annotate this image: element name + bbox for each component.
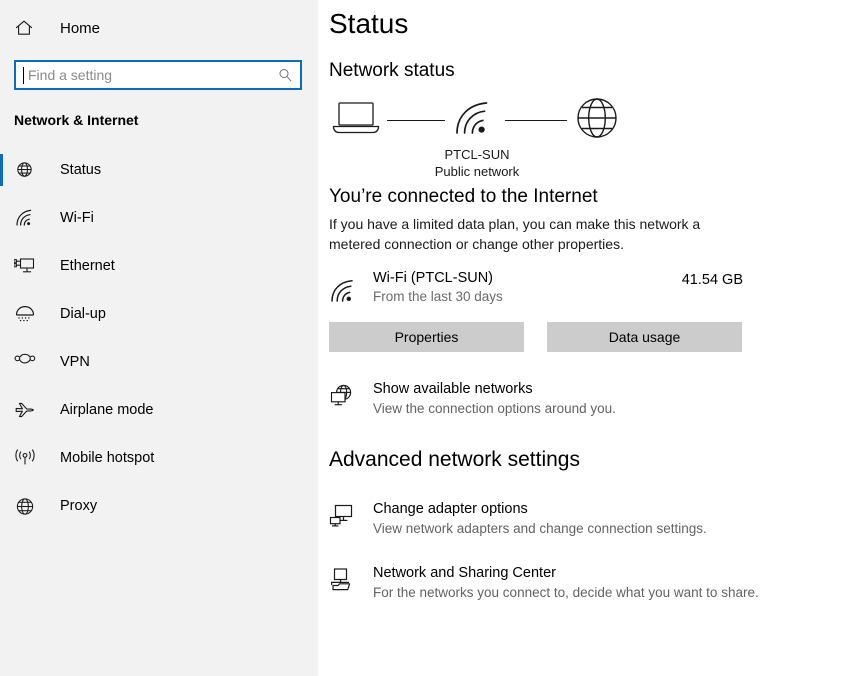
connection-text: Wi-Fi (PTCL-SUN) From the last 30 days xyxy=(373,270,682,304)
globe-monitor-icon xyxy=(329,381,365,413)
sidebar-item-label: Wi-Fi xyxy=(60,210,94,226)
hotspot-icon xyxy=(14,446,44,470)
sidebar-item-wifi[interactable]: Wi-Fi xyxy=(0,194,318,242)
sidebar-home-label: Home xyxy=(60,19,101,37)
ethernet-icon xyxy=(14,254,44,278)
sidebar-item-label: Proxy xyxy=(60,498,98,514)
sidebar-item-ethernet[interactable]: Ethernet xyxy=(0,242,318,290)
laptop-icon xyxy=(329,99,383,142)
link-title: Change adapter options xyxy=(373,501,528,517)
sharing-icon xyxy=(329,565,365,597)
sidebar-item-label: Ethernet xyxy=(60,258,115,274)
network-sharing-center-link[interactable]: Network and Sharing Center For the netwo… xyxy=(329,565,849,600)
airplane-icon xyxy=(14,398,44,422)
page-title: Status xyxy=(329,8,409,39)
sidebar-item-label: VPN xyxy=(60,354,90,370)
show-available-networks-link[interactable]: Show available networks View the connect… xyxy=(329,381,849,416)
link-subtitle: View the connection options around you. xyxy=(373,401,616,416)
link-subtitle: For the networks you connect to, decide … xyxy=(373,585,759,600)
vpn-icon xyxy=(14,350,44,374)
search-icon[interactable] xyxy=(278,68,293,83)
network-name: PTCL-SUN xyxy=(444,147,510,162)
link-subtitle: View network adapters and change connect… xyxy=(373,521,707,536)
sidebar-category-title: Network & Internet xyxy=(14,112,139,128)
network-diagram: PTCL-SUN Public network xyxy=(329,94,649,179)
link-text: Change adapter options View network adap… xyxy=(373,501,707,536)
text-caret xyxy=(23,66,24,84)
link-text: Network and Sharing Center For the netwo… xyxy=(373,565,759,600)
sidebar-item-label: Dial-up xyxy=(60,306,106,322)
action-buttons: Properties Data usage xyxy=(329,322,849,352)
data-usage-button[interactable]: Data usage xyxy=(547,322,742,352)
network-type: Public network xyxy=(434,164,520,179)
diagram-caption: PTCL-SUN Public network xyxy=(329,146,625,180)
search-placeholder: Find a setting xyxy=(28,67,113,83)
sidebar-item-home[interactable]: Home xyxy=(0,8,318,48)
connection-name: Wi-Fi (PTCL-SUN) xyxy=(373,270,494,286)
data-usage-value: 41.54 GB xyxy=(681,272,743,288)
sidebar-nav: Status Wi-Fi Ethernet Dial-up VPN Airpla… xyxy=(0,146,318,530)
link-title: Network and Sharing Center xyxy=(373,565,556,581)
connected-heading: You’re connected to the Internet xyxy=(329,186,598,207)
change-adapter-options-link[interactable]: Change adapter options View network adap… xyxy=(329,501,849,536)
sidebar-item-label: Status xyxy=(60,162,102,178)
search-input[interactable]: Find a setting xyxy=(14,60,302,90)
sidebar-item-proxy[interactable]: Proxy xyxy=(0,482,318,530)
network-status-heading: Network status xyxy=(329,60,455,81)
sidebar: Home Find a setting Network & Internet S… xyxy=(0,0,318,676)
home-icon xyxy=(14,18,44,38)
properties-button[interactable]: Properties xyxy=(329,322,524,352)
globe-monitor-icon xyxy=(14,158,44,182)
adapter-icon xyxy=(329,501,365,533)
settings-window: Home Find a setting Network & Internet S… xyxy=(0,0,849,676)
sidebar-item-vpn[interactable]: VPN xyxy=(0,338,318,386)
link-text: Show available networks View the connect… xyxy=(373,381,616,416)
advanced-settings-heading: Advanced network settings xyxy=(329,448,580,471)
connection-subtitle: From the last 30 days xyxy=(373,289,503,304)
link-title: Show available networks xyxy=(373,381,533,397)
wifi-icon xyxy=(14,206,44,230)
sidebar-item-label: Airplane mode xyxy=(60,402,154,418)
connected-description: If you have a limited data plan, you can… xyxy=(329,216,701,252)
sidebar-item-airplane-mode[interactable]: Airplane mode xyxy=(0,386,318,434)
sidebar-item-status[interactable]: Status xyxy=(0,146,318,194)
dialup-icon xyxy=(14,302,44,326)
search-container: Find a setting xyxy=(0,48,318,90)
connection-summary: Wi-Fi (PTCL-SUN) From the last 30 days 4… xyxy=(329,270,743,310)
diagram-link-right xyxy=(505,119,567,121)
sidebar-item-label: Mobile hotspot xyxy=(60,450,155,466)
selection-indicator xyxy=(0,154,3,186)
diagram-link-left xyxy=(387,119,445,121)
globe-icon xyxy=(14,494,44,518)
globe-icon xyxy=(573,94,621,147)
wifi-icon xyxy=(329,270,365,310)
main-content: Status Network status PTCL-SUN Public ne… xyxy=(318,0,849,676)
sidebar-item-mobile-hotspot[interactable]: Mobile hotspot xyxy=(0,434,318,482)
sidebar-item-dialup[interactable]: Dial-up xyxy=(0,290,318,338)
wifi-icon xyxy=(451,98,495,143)
